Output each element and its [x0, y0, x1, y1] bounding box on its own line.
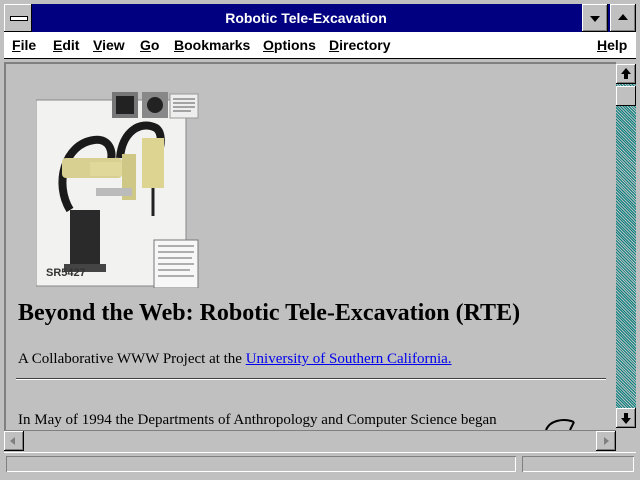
- maximize-icon: [618, 14, 628, 20]
- scroll-corner: [616, 430, 636, 450]
- robot-model-label: SR5427: [46, 267, 86, 279]
- menu-bar: File Edit View Go Bookmarks Options Dire…: [4, 32, 636, 59]
- window-title: Robotic Tele-Excavation: [225, 10, 387, 26]
- page-heading: Beyond the Web: Robotic Tele-Excavation …: [18, 300, 521, 326]
- menu-go-label: Go: [140, 37, 160, 53]
- menu-view-label: View: [93, 37, 125, 53]
- vertical-scrollbar[interactable]: [616, 64, 636, 428]
- menu-go[interactable]: Go: [140, 32, 159, 58]
- maximize-button[interactable]: [610, 4, 636, 32]
- page-content: SR5427 Beyond the Web: Robotic Tele-Exca…: [4, 62, 616, 430]
- arrow-right-icon: [604, 437, 609, 445]
- browser-window: Robotic Tele-Excavation File Edit View G…: [0, 0, 640, 480]
- arrow-left-icon: [10, 437, 15, 445]
- system-menu-button[interactable]: [4, 4, 32, 32]
- scroll-down-button[interactable]: [616, 408, 636, 428]
- menu-directory-label: Directory: [329, 37, 391, 53]
- usc-link[interactable]: University of Southern California.: [246, 351, 452, 367]
- menu-file-label: File: [12, 37, 37, 53]
- partial-logo-icon: [545, 419, 575, 430]
- system-menu-icon: [10, 16, 28, 21]
- vertical-scroll-thumb[interactable]: [616, 86, 636, 106]
- scroll-left-button[interactable]: [4, 431, 24, 451]
- status-progress: [522, 456, 634, 472]
- title-bar[interactable]: Robotic Tele-Excavation: [4, 4, 636, 32]
- menu-directory[interactable]: Directory: [329, 32, 390, 58]
- menu-options-label: Options: [263, 37, 316, 53]
- menu-edit[interactable]: Edit: [53, 32, 79, 58]
- robot-brochure-image[interactable]: SR5427: [36, 92, 200, 288]
- menu-options[interactable]: Options: [263, 32, 316, 58]
- scroll-up-button[interactable]: [616, 64, 636, 84]
- menu-bookmarks-label: Bookmarks: [174, 37, 251, 53]
- horizontal-rule: [16, 378, 606, 380]
- intro-paragraph: In May of 1994 the Departments of Anthro…: [18, 412, 497, 428]
- menu-file[interactable]: File: [12, 32, 36, 58]
- menu-edit-label: Edit: [53, 37, 80, 53]
- menu-view[interactable]: View: [93, 32, 125, 58]
- menu-help[interactable]: Help: [597, 32, 627, 58]
- minimize-button[interactable]: [582, 4, 608, 32]
- menu-bookmarks[interactable]: Bookmarks: [174, 32, 250, 58]
- arrow-down-icon: [621, 418, 631, 424]
- menu-help-label: Help: [597, 37, 628, 53]
- horizontal-scrollbar[interactable]: [4, 430, 616, 451]
- scroll-right-button[interactable]: [596, 431, 616, 451]
- status-bar: [4, 452, 636, 477]
- status-message: [6, 456, 516, 472]
- collab-line: A Collaborative WWW Project at the Unive…: [18, 351, 452, 368]
- collab-prefix: A Collaborative WWW Project at the: [18, 351, 246, 367]
- minimize-icon: [590, 16, 600, 22]
